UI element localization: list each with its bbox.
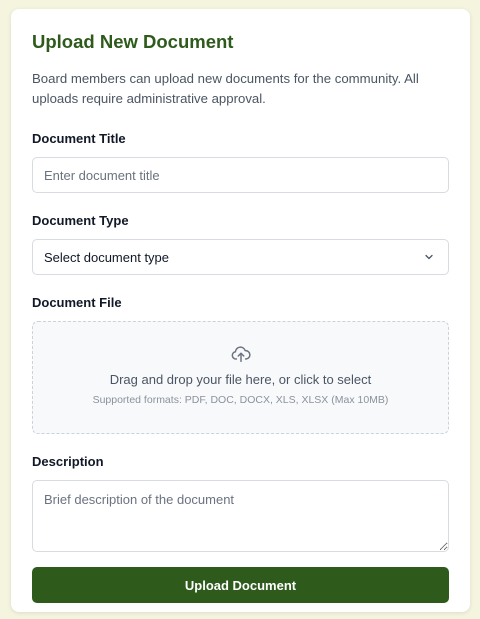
- file-dropzone[interactable]: Drag and drop your file here, or click t…: [32, 321, 449, 434]
- upload-document-button[interactable]: Upload Document: [32, 567, 449, 603]
- form-description: Board members can upload new documents f…: [32, 71, 419, 106]
- cloud-upload-icon: [230, 343, 252, 365]
- page-title: Upload New Document: [32, 31, 234, 52]
- description-group: Description: [32, 454, 449, 552]
- dropzone-instructions: Drag and drop your file here, or click t…: [109, 372, 372, 387]
- document-title-label: Document Title: [32, 131, 126, 146]
- description-label: Description: [32, 454, 104, 469]
- document-title-group: Document Title: [32, 131, 449, 193]
- document-title-input[interactable]: [32, 157, 449, 193]
- document-file-group: Document File Drag and drop your file he…: [32, 295, 449, 434]
- supported-formats-text: Supported formats: PDF, DOC, DOCX, XLS, …: [92, 394, 389, 406]
- document-type-label: Document Type: [32, 213, 129, 228]
- upload-document-card: Upload New Document Board members can up…: [11, 9, 470, 612]
- description-textarea[interactable]: [32, 480, 449, 552]
- document-type-group: Document Type Select document type: [32, 213, 449, 275]
- chevron-down-icon: [423, 251, 435, 263]
- document-file-label: Document File: [32, 295, 122, 310]
- document-type-select[interactable]: Select document type: [32, 239, 449, 275]
- document-type-selected: Select document type: [44, 249, 170, 265]
